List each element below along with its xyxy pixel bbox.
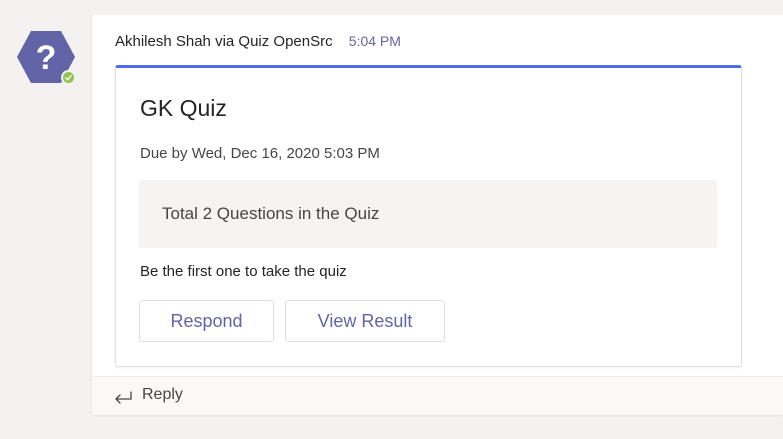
chat-message: Akhilesh Shah via Quiz OpenSrc 5:04 PM G… — [92, 15, 783, 415]
due-date: Due by Wed, Dec 16, 2020 5:03 PM — [140, 145, 380, 162]
reply-arrow-icon — [115, 391, 132, 404]
quiz-card: GK Quiz Due by Wed, Dec 16, 2020 5:03 PM… — [115, 65, 742, 367]
presence-available-icon — [61, 70, 76, 85]
card-title: GK Quiz — [140, 95, 227, 121]
view-result-button[interactable]: View Result — [285, 300, 445, 342]
question-count: Total 2 Questions in the Quiz — [162, 204, 380, 223]
avatar-glyph: ? — [36, 39, 57, 77]
sender-name[interactable]: Akhilesh Shah via Quiz OpenSrc — [115, 33, 333, 50]
reply-button[interactable]: Reply — [92, 376, 783, 415]
message-header: Akhilesh Shah via Quiz OpenSrc 5:04 PM — [115, 33, 401, 50]
quiz-info-box: Total 2 Questions in the Quiz — [139, 180, 717, 248]
reply-label: Reply — [142, 386, 183, 403]
message-timestamp: 5:04 PM — [348, 33, 401, 49]
respond-button[interactable]: Respond — [139, 300, 274, 342]
first-responder-text: Be the first one to take the quiz — [140, 263, 347, 280]
